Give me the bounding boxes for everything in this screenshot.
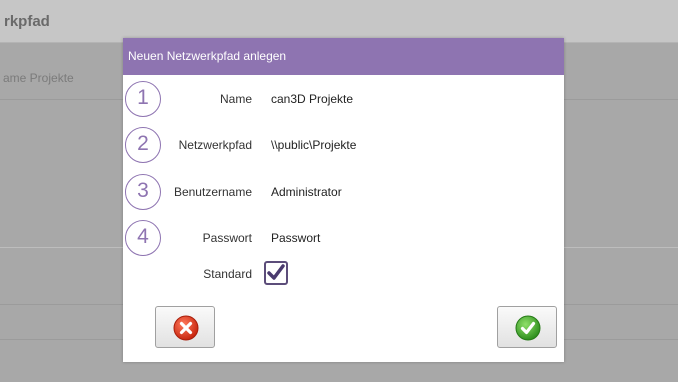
ok-button[interactable] <box>497 306 557 348</box>
cancel-button[interactable] <box>155 306 215 348</box>
step-number-3: 3 <box>125 174 161 210</box>
step-number-1: 1 <box>125 81 161 117</box>
dialog-title: Neuen Netzwerkpfad anlegen <box>123 38 564 75</box>
red-x-icon <box>173 315 199 341</box>
password-label: Passwort <box>202 231 252 245</box>
green-check-icon <box>515 315 541 341</box>
field-row-name: 1 Name can3D Projekte <box>123 81 564 117</box>
standard-label: Standard <box>203 267 252 281</box>
network-path-label: Netzwerkpfad <box>178 138 252 152</box>
field-row-username: 3 Benutzername Administrator <box>123 174 564 210</box>
field-row-password: 4 Passwort Passwort <box>123 220 564 256</box>
name-field[interactable]: can3D Projekte <box>271 92 353 106</box>
step-number-2: 2 <box>125 127 161 163</box>
field-row-network-path: 2 Netzwerkpfad \\public\Projekte <box>123 127 564 163</box>
background-header: rkpfad <box>0 0 678 43</box>
background-list-item: ame Projekte <box>3 71 74 85</box>
network-path-field[interactable]: \\public\Projekte <box>271 138 356 152</box>
username-label: Benutzername <box>173 185 252 199</box>
password-field[interactable]: Passwort <box>271 231 320 245</box>
standard-checkbox[interactable] <box>264 261 288 285</box>
name-label: Name <box>219 92 252 106</box>
username-field[interactable]: Administrator <box>271 185 342 199</box>
step-number-4: 4 <box>125 220 161 256</box>
new-network-path-dialog: Neuen Netzwerkpfad anlegen 1 Name can3D … <box>123 38 564 362</box>
background-title: rkpfad <box>4 13 50 30</box>
checkmark-icon <box>267 264 285 280</box>
